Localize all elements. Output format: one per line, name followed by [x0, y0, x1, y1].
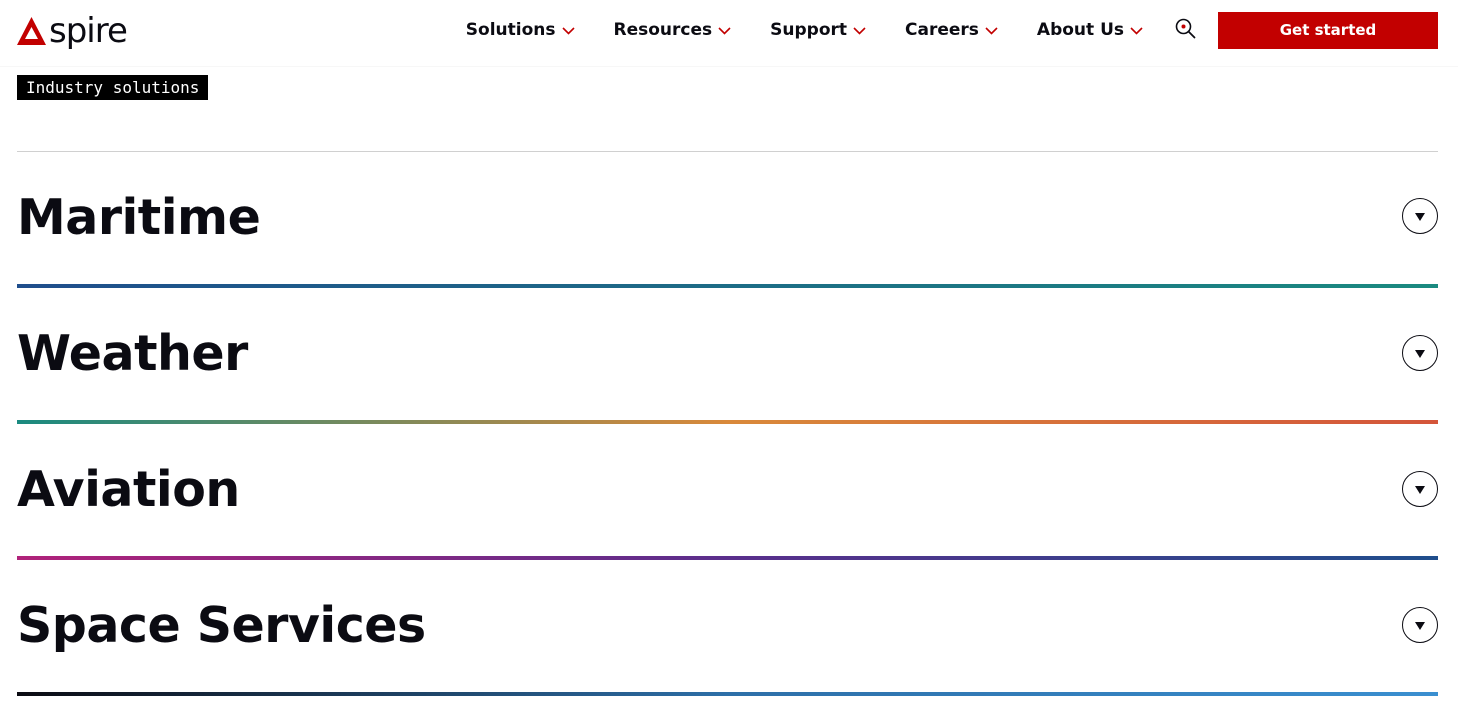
accordion-item-space-services[interactable]: Space Services — [17, 601, 1438, 721]
accordion-title: Maritime — [17, 189, 261, 246]
caret-down-icon — [1414, 344, 1426, 363]
search-icon — [1175, 18, 1196, 43]
spire-logo-icon — [17, 17, 46, 45]
nav-item-careers[interactable]: Careers — [905, 20, 998, 40]
main-nav: Solutions Resources Support Careers Abou… — [466, 0, 1458, 60]
section-tag: Industry solutions — [17, 75, 209, 100]
caret-down-icon — [1414, 616, 1426, 635]
nav-item-resources[interactable]: Resources — [614, 20, 732, 40]
accordion-item-weather[interactable]: Weather — [17, 329, 1438, 449]
nav-item-label: About Us — [1036, 20, 1124, 40]
accordion-toggle[interactable] — [1402, 335, 1438, 371]
accordion-title: Aviation — [17, 461, 240, 518]
accordion-toggle[interactable] — [1402, 471, 1438, 507]
search-button[interactable] — [1175, 18, 1196, 43]
accordion-item-aviation[interactable]: Aviation — [17, 465, 1438, 585]
chevron-down-icon — [1130, 20, 1143, 40]
chevron-down-icon — [561, 20, 575, 40]
nav-item-label: Support — [770, 20, 848, 40]
accordion-divider-aviation — [17, 556, 1438, 560]
nav-item-label: Resources — [613, 20, 713, 40]
accordion-toggle[interactable] — [1402, 607, 1438, 643]
spire-logo[interactable]: spire — [16, 11, 128, 52]
accordion-toggle[interactable] — [1402, 198, 1438, 234]
accordion-divider-maritime — [17, 284, 1438, 288]
nav-item-solutions[interactable]: Solutions — [466, 20, 575, 40]
chevron-down-icon — [718, 20, 731, 40]
caret-down-icon — [1414, 207, 1426, 226]
chevron-down-icon — [985, 20, 998, 40]
divider — [17, 151, 1438, 152]
accordion-title: Space Services — [17, 597, 426, 654]
nav-item-label: Careers — [905, 20, 979, 40]
site-header: spire Solutions Resources Support Career… — [0, 0, 1458, 66]
nav-item-about-us[interactable]: About Us — [1037, 20, 1143, 40]
nav-item-label: Solutions — [465, 20, 556, 40]
accordion-divider-weather — [17, 420, 1438, 424]
nav-item-support[interactable]: Support — [770, 20, 866, 40]
accordion-title: Weather — [17, 325, 248, 382]
accordion-item-maritime[interactable]: Maritime — [17, 193, 1438, 313]
get-started-button[interactable]: Get started — [1218, 11, 1438, 49]
caret-down-icon — [1414, 480, 1426, 499]
logo-wordmark: spire — [49, 11, 128, 51]
chevron-down-icon — [853, 20, 866, 40]
accordion-divider-space-services — [17, 692, 1438, 696]
